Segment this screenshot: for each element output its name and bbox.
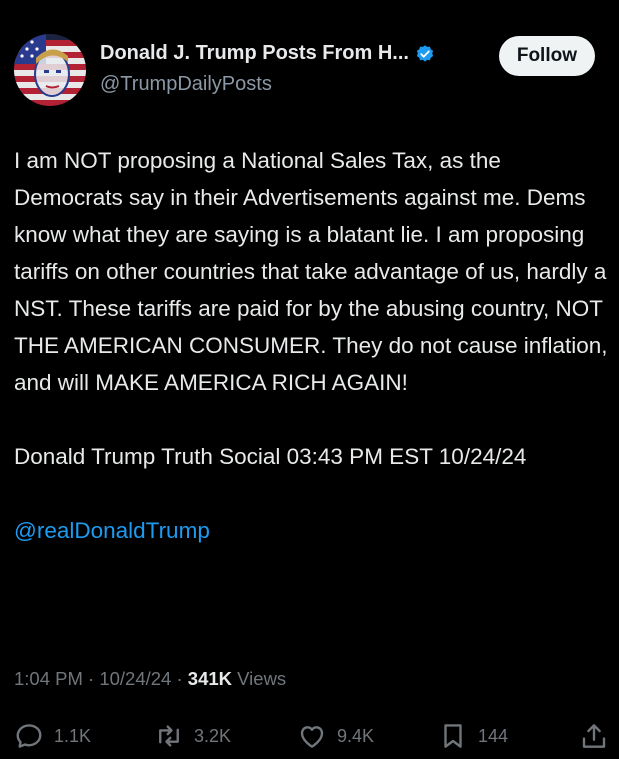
author-display-name[interactable]: Donald J. Trump Posts From H... bbox=[100, 42, 409, 65]
repost-button[interactable]: 3.2K bbox=[154, 718, 231, 754]
heart-icon bbox=[300, 726, 324, 748]
author-name-row: Donald J. Trump Posts From H... bbox=[100, 42, 435, 65]
share-icon bbox=[582, 724, 606, 748]
follow-button[interactable]: Follow bbox=[498, 36, 595, 76]
reply-count: 1.1K bbox=[54, 725, 92, 746]
post-meta: 1:04 PM · 10/24/24 · 341K Views bbox=[14, 668, 286, 690]
action-bar: 1.1K 3.2K 9.4K 144 bbox=[14, 718, 609, 754]
bookmark-count: 144 bbox=[478, 725, 509, 746]
views-count: 341K bbox=[187, 668, 233, 689]
bookmark-button[interactable]: 144 bbox=[438, 718, 508, 754]
like-count: 9.4K bbox=[337, 725, 375, 746]
avatar[interactable] bbox=[14, 34, 86, 106]
share-button[interactable] bbox=[579, 718, 609, 754]
post-timestamp[interactable]: 1:04 PM · 10/24/24 · bbox=[14, 668, 188, 689]
views-label: Views bbox=[232, 668, 287, 689]
author-handle[interactable]: @TrumpDailyPosts bbox=[100, 73, 272, 96]
post-header: Donald J. Trump Posts From H... @TrumpDa… bbox=[14, 30, 605, 110]
like-button[interactable]: 9.4K bbox=[297, 718, 374, 754]
reply-button[interactable]: 1.1K bbox=[14, 718, 91, 754]
repost-icon bbox=[159, 725, 179, 747]
post-text: I am NOT proposing a National Sales Tax,… bbox=[14, 148, 608, 395]
mention-link[interactable]: @realDonaldTrump bbox=[14, 512, 609, 549]
repost-count: 3.2K bbox=[194, 725, 232, 746]
post-source-line: Donald Trump Truth Social 03:43 PM EST 1… bbox=[14, 444, 527, 469]
bookmark-icon bbox=[444, 724, 462, 748]
verified-badge-icon bbox=[415, 44, 435, 64]
reply-icon bbox=[16, 724, 42, 748]
post-body: I am NOT proposing a National Sales Tax,… bbox=[14, 142, 609, 549]
